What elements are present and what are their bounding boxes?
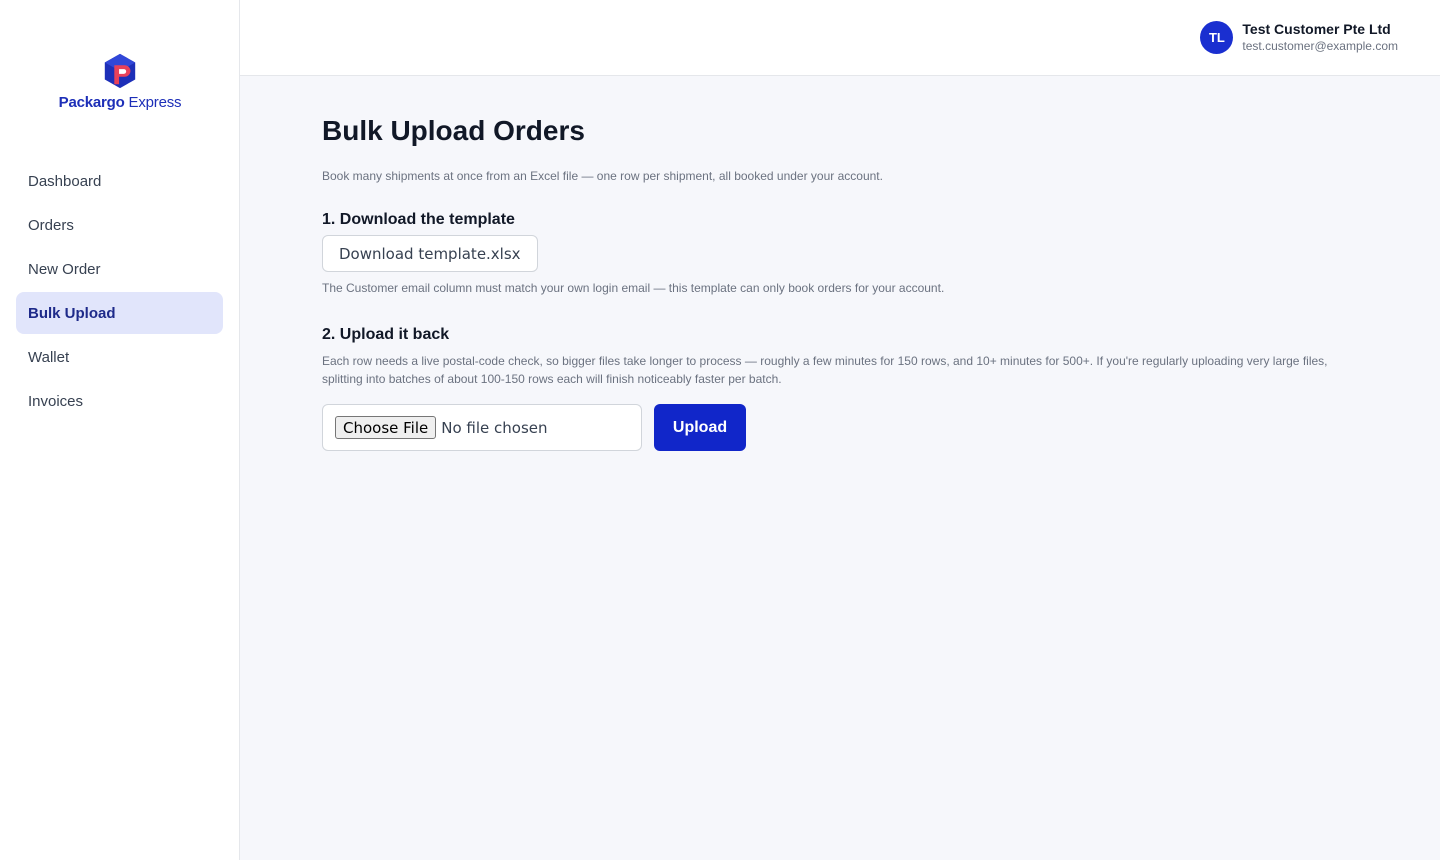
sidebar-item-bulk-upload[interactable]: Bulk Upload [16,292,223,334]
user-name: Test Customer Pte Ltd [1242,21,1391,37]
sidebar-item-wallet[interactable]: Wallet [16,336,223,378]
sidebar-nav: Dashboard Orders New Order Bulk Upload W… [16,160,223,424]
brand-name: Packargo Express [59,94,182,111]
choose-file-button[interactable]: Choose File [335,416,437,439]
upload-button[interactable]: Upload [654,404,746,451]
sidebar: Packargo Express Dashboard Orders New Or… [0,0,240,860]
sidebar-item-orders[interactable]: Orders [16,204,223,246]
brand-logo[interactable]: Packargo Express [0,52,240,111]
page-title: Bulk Upload Orders [322,115,585,146]
sidebar-item-dashboard[interactable]: Dashboard [16,160,223,202]
user-info: Test Customer Pte Ltd test.customer@exam… [1242,20,1398,54]
user-email: test.customer@example.com [1242,39,1398,53]
upload-row: Choose File No file chosen Upload [322,404,1362,451]
step1-title: 1. Download the template [322,211,515,228]
avatar[interactable]: TL [1200,20,1234,54]
user-menu[interactable]: TL Test Customer Pte Ltd test.customer@e… [1200,20,1398,54]
step1-hint: The Customer email column must match you… [322,281,945,295]
step2-title: 2. Upload it back [322,326,450,343]
brand-name-bold: Packargo [58,94,125,111]
page-description: Book many shipments at once from an Exce… [322,169,883,183]
download-template-button[interactable]: Download template.xlsx [322,235,538,272]
brand-name-light: Express [124,94,182,111]
packargo-logo-icon [104,53,136,89]
step2-hint: Each row needs a live postal-code check,… [322,354,1328,386]
topbar: TL Test Customer Pte Ltd test.customer@e… [240,0,1440,76]
sidebar-item-new-order[interactable]: New Order [16,248,223,290]
file-status-text: No file chosen [441,418,548,437]
sidebar-item-invoices[interactable]: Invoices [16,380,223,422]
main-content: Bulk Upload Orders Book many shipments a… [322,113,1362,451]
file-input[interactable]: Choose File No file chosen [322,404,642,451]
